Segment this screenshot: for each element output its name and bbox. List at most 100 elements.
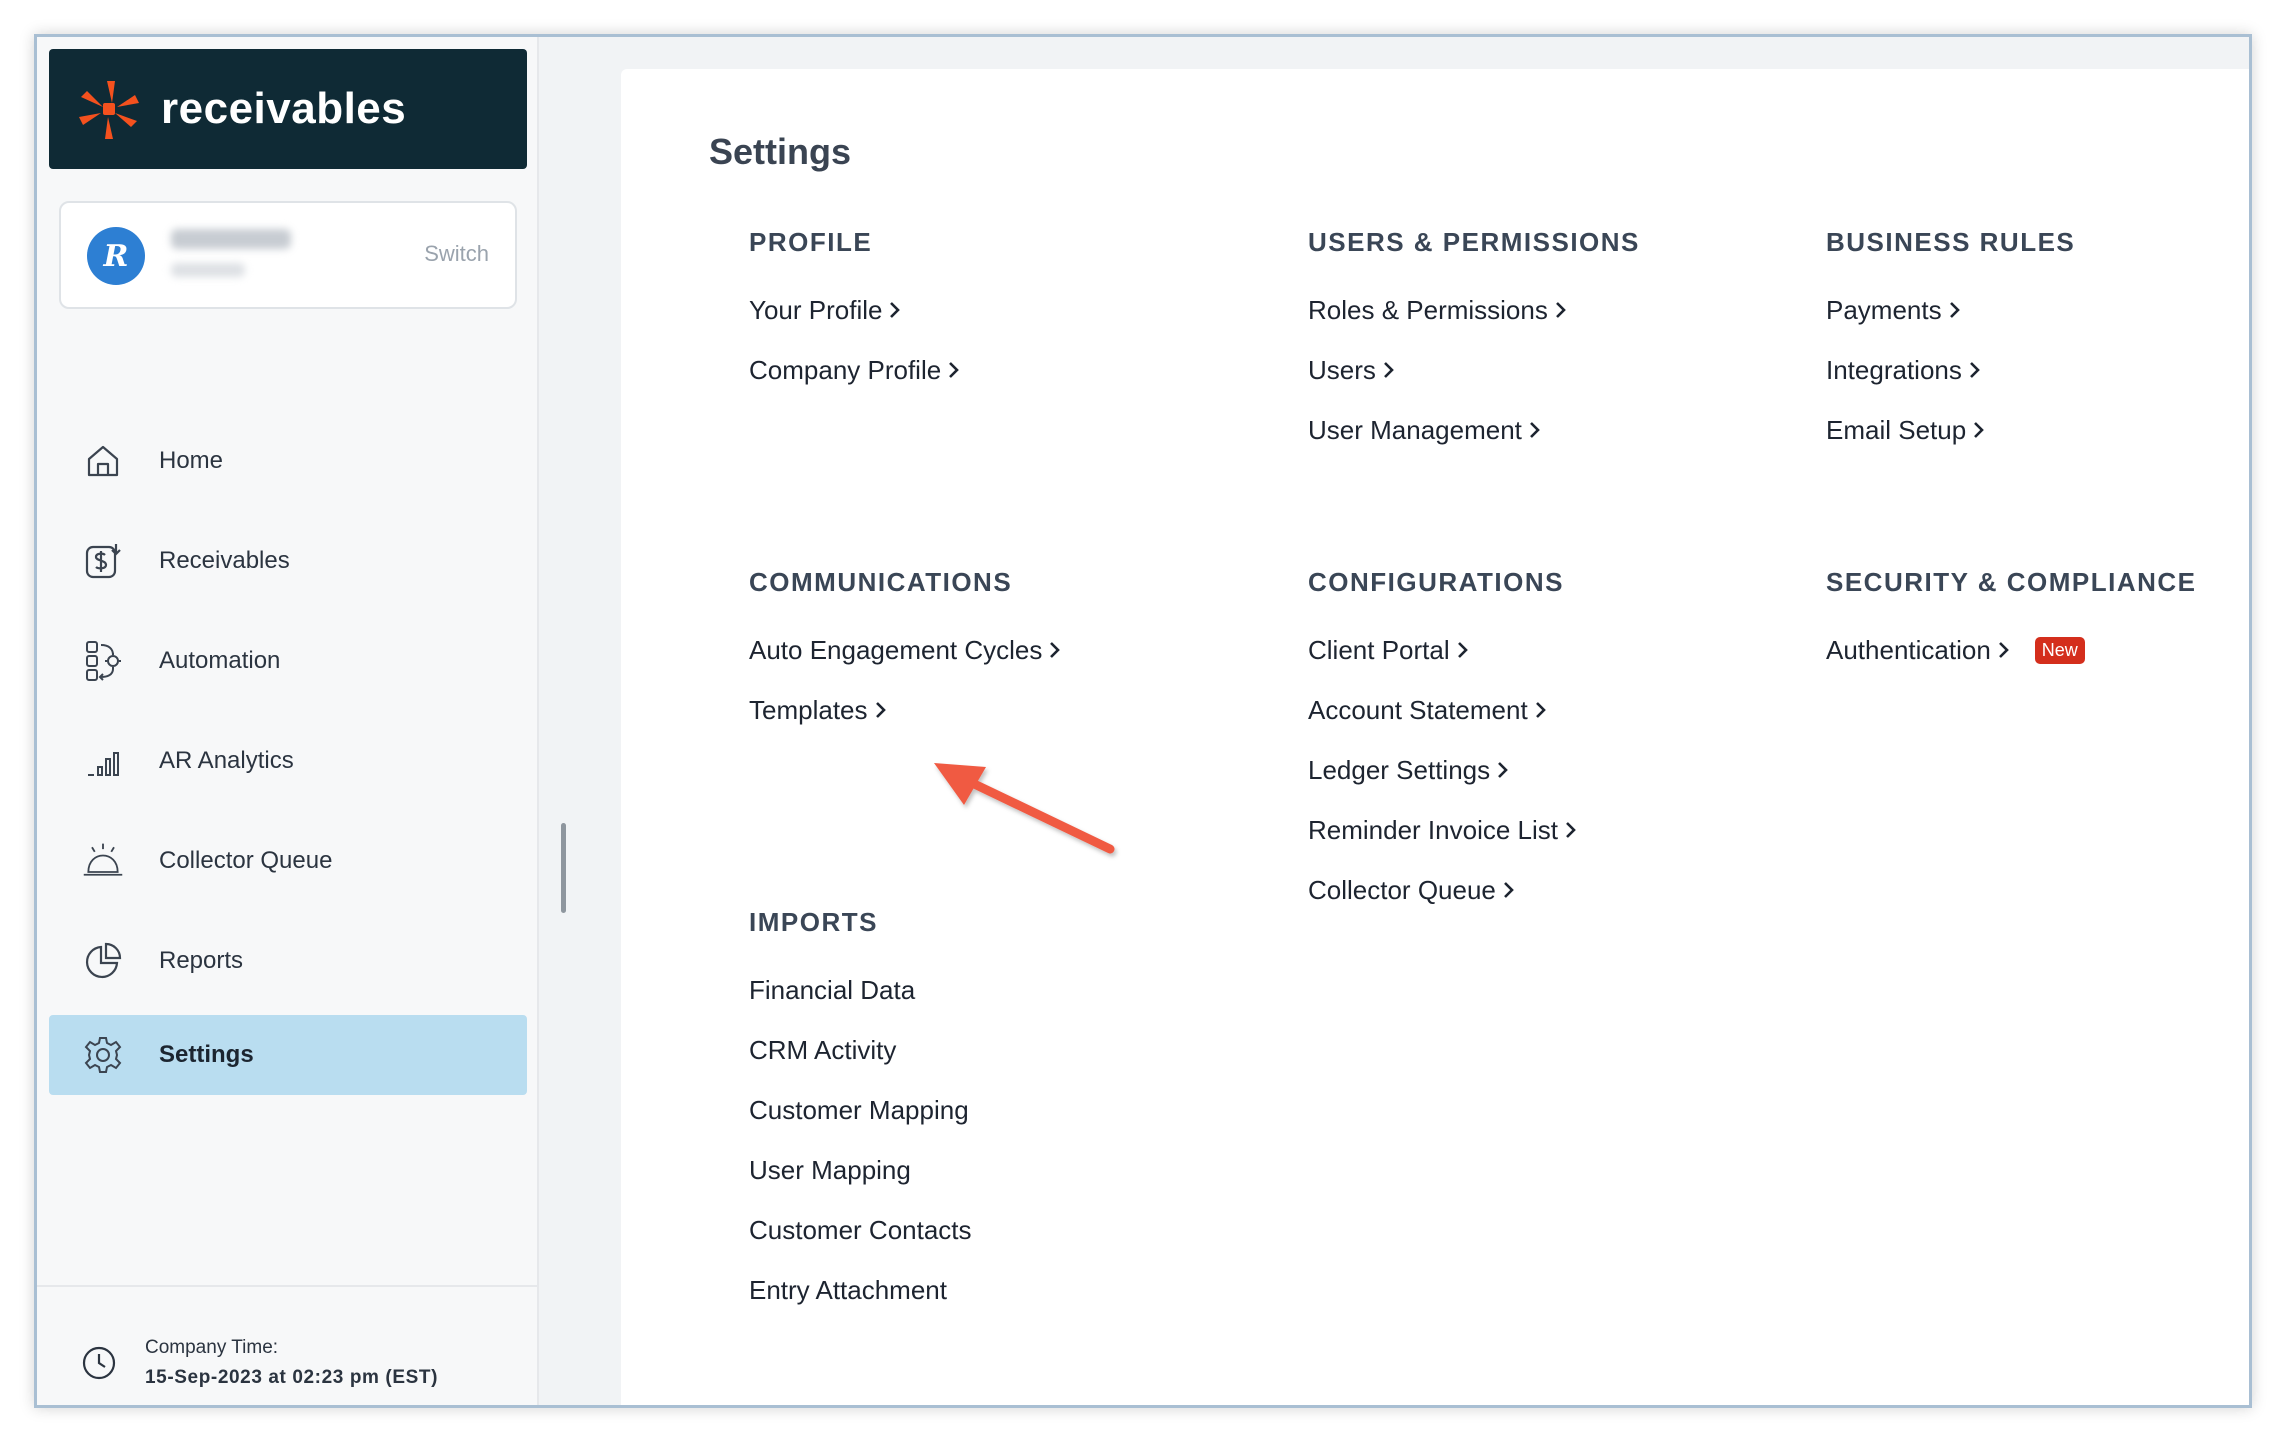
- link-label: Roles & Permissions: [1308, 294, 1548, 325]
- link-label: CRM Activity: [749, 1034, 897, 1065]
- link-integrations[interactable]: Integrations: [1826, 340, 2075, 400]
- chevron-right-icon: [1529, 422, 1540, 438]
- chevron-right-icon: [890, 302, 901, 318]
- sidebar-resize-handle[interactable]: [561, 823, 566, 913]
- chevron-right-icon: [1383, 362, 1394, 378]
- link-label: Auto Engagement Cycles: [749, 634, 1043, 665]
- sidebar-item-label: Receivables: [159, 547, 290, 574]
- pie-chart-icon: [81, 939, 125, 983]
- section-communications: COMMUNICATIONS Auto Engagement Cycles Te…: [749, 567, 1062, 740]
- receivables-logo-icon: [79, 81, 139, 139]
- workflow-icon: [81, 639, 125, 683]
- link-label: Collector Queue: [1308, 874, 1496, 905]
- sidebar-item-settings[interactable]: Settings: [49, 1015, 527, 1095]
- link-users[interactable]: Users: [1308, 340, 1640, 400]
- sidebar-item-receivables[interactable]: Receivables: [49, 521, 527, 601]
- section-heading: COMMUNICATIONS: [749, 567, 1013, 597]
- sidebar-item-home[interactable]: Home: [49, 421, 527, 501]
- account-name-redacted: [171, 229, 291, 249]
- annotation-arrow-icon: [934, 763, 1115, 854]
- account-sub-redacted: [171, 263, 245, 277]
- link-label: User Management: [1308, 414, 1522, 445]
- link-user-management[interactable]: User Management: [1308, 400, 1640, 460]
- link-label: Your Profile: [749, 294, 883, 325]
- link-label: Client Portal: [1308, 634, 1450, 665]
- chevron-right-icon: [875, 702, 886, 718]
- link-label: Ledger Settings: [1308, 754, 1491, 785]
- link-label: Company Profile: [749, 354, 942, 385]
- section-business-rules: BUSINESS RULES Payments Integrations Ema…: [1826, 227, 2075, 460]
- link-your-profile[interactable]: Your Profile: [749, 280, 961, 340]
- link-roles-permissions[interactable]: Roles & Permissions: [1308, 280, 1640, 340]
- chevron-right-icon: [1974, 422, 1985, 438]
- link-financial-data[interactable]: Financial Data: [749, 960, 972, 1020]
- chevron-right-icon: [949, 362, 960, 378]
- link-user-mapping[interactable]: User Mapping: [749, 1140, 972, 1200]
- sidebar-item-automation[interactable]: Automation: [49, 621, 527, 701]
- link-label: Integrations: [1826, 354, 1962, 385]
- link-reminder-invoice-list[interactable]: Reminder Invoice List: [1308, 800, 1578, 860]
- link-customer-contacts[interactable]: Customer Contacts: [749, 1200, 972, 1260]
- section-heading: SECURITY & COMPLIANCE: [1826, 567, 2197, 597]
- new-badge: New: [2034, 636, 2085, 664]
- link-label: Reminder Invoice List: [1308, 814, 1558, 845]
- link-account-statement[interactable]: Account Statement: [1308, 680, 1578, 740]
- chevron-right-icon: [1949, 302, 1960, 318]
- link-label: Payments: [1826, 294, 1942, 325]
- chevron-right-icon: [1457, 642, 1468, 658]
- chevron-right-icon: [1969, 362, 1980, 378]
- link-label: Customer Contacts: [749, 1214, 972, 1245]
- link-email-setup[interactable]: Email Setup: [1826, 400, 2075, 460]
- sidebar-item-collector-queue[interactable]: Collector Queue: [49, 821, 527, 901]
- link-label: Customer Mapping: [749, 1094, 969, 1125]
- link-crm-activity[interactable]: CRM Activity: [749, 1020, 972, 1080]
- chevron-right-icon: [1555, 302, 1566, 318]
- chevron-right-icon: [1503, 882, 1514, 898]
- section-heading: USERS & PERMISSIONS: [1308, 227, 1640, 257]
- section-users-permissions: USERS & PERMISSIONS Roles & Permissions …: [1308, 227, 1640, 460]
- brand-name: receivables: [161, 84, 407, 133]
- sidebar: receivables R Switch Home Receivables Au…: [37, 37, 539, 1405]
- chevron-right-icon: [1566, 822, 1576, 838]
- section-heading: CONFIGURATIONS: [1308, 567, 1564, 597]
- switch-button[interactable]: Switch: [424, 241, 489, 267]
- link-auto-engagement-cycles[interactable]: Auto Engagement Cycles: [749, 620, 1062, 680]
- link-label: Email Setup: [1826, 414, 1967, 445]
- section-heading: IMPORTS: [749, 907, 878, 937]
- link-label: Financial Data: [749, 974, 916, 1005]
- link-label: Account Statement: [1308, 694, 1528, 725]
- link-entry-attachment[interactable]: Entry Attachment: [749, 1260, 972, 1320]
- link-authentication[interactable]: Authentication New: [1826, 620, 2197, 680]
- link-collector-queue[interactable]: Collector Queue: [1308, 860, 1578, 920]
- avatar: R: [87, 227, 145, 285]
- section-heading: PROFILE: [749, 227, 873, 257]
- link-ledger-settings[interactable]: Ledger Settings: [1308, 740, 1578, 800]
- link-customer-mapping[interactable]: Customer Mapping: [749, 1080, 972, 1140]
- chevron-right-icon: [1998, 642, 2009, 658]
- chevron-right-icon: [1535, 702, 1546, 718]
- home-icon: [81, 439, 125, 483]
- company-time-value: 15-Sep-2023 at 02:23 pm (EST): [145, 1367, 439, 1388]
- clock-icon: [82, 1346, 116, 1380]
- sidebar-item-label: Settings: [159, 1041, 254, 1068]
- link-payments[interactable]: Payments: [1826, 280, 2075, 340]
- sidebar-item-label: Reports: [159, 947, 244, 974]
- bar-chart-icon: [81, 739, 125, 783]
- page-title: Settings: [709, 131, 852, 172]
- link-client-portal[interactable]: Client Portal: [1308, 620, 1578, 680]
- link-label: Entry Attachment: [749, 1274, 947, 1305]
- company-time: Company Time: 15-Sep-2023 at 02:23 pm (E…: [81, 1337, 438, 1389]
- sidebar-item-ar-analytics[interactable]: AR Analytics: [49, 721, 527, 801]
- sidebar-item-reports[interactable]: Reports: [49, 921, 527, 1001]
- brand-logo[interactable]: receivables: [49, 49, 527, 169]
- link-company-profile[interactable]: Company Profile: [749, 340, 961, 400]
- sidebar-item-label: AR Analytics: [159, 747, 294, 774]
- chevron-right-icon: [1498, 762, 1508, 778]
- link-templates[interactable]: Templates: [749, 680, 1062, 740]
- sidebar-item-label: Home: [159, 447, 224, 474]
- account-switcher[interactable]: R Switch: [59, 201, 517, 309]
- chevron-right-icon: [1050, 642, 1061, 658]
- section-heading: BUSINESS RULES: [1826, 227, 2076, 257]
- dollar-doc-icon: [81, 539, 125, 583]
- section-imports: IMPORTS Financial Data CRM Activity Cust…: [749, 907, 972, 1320]
